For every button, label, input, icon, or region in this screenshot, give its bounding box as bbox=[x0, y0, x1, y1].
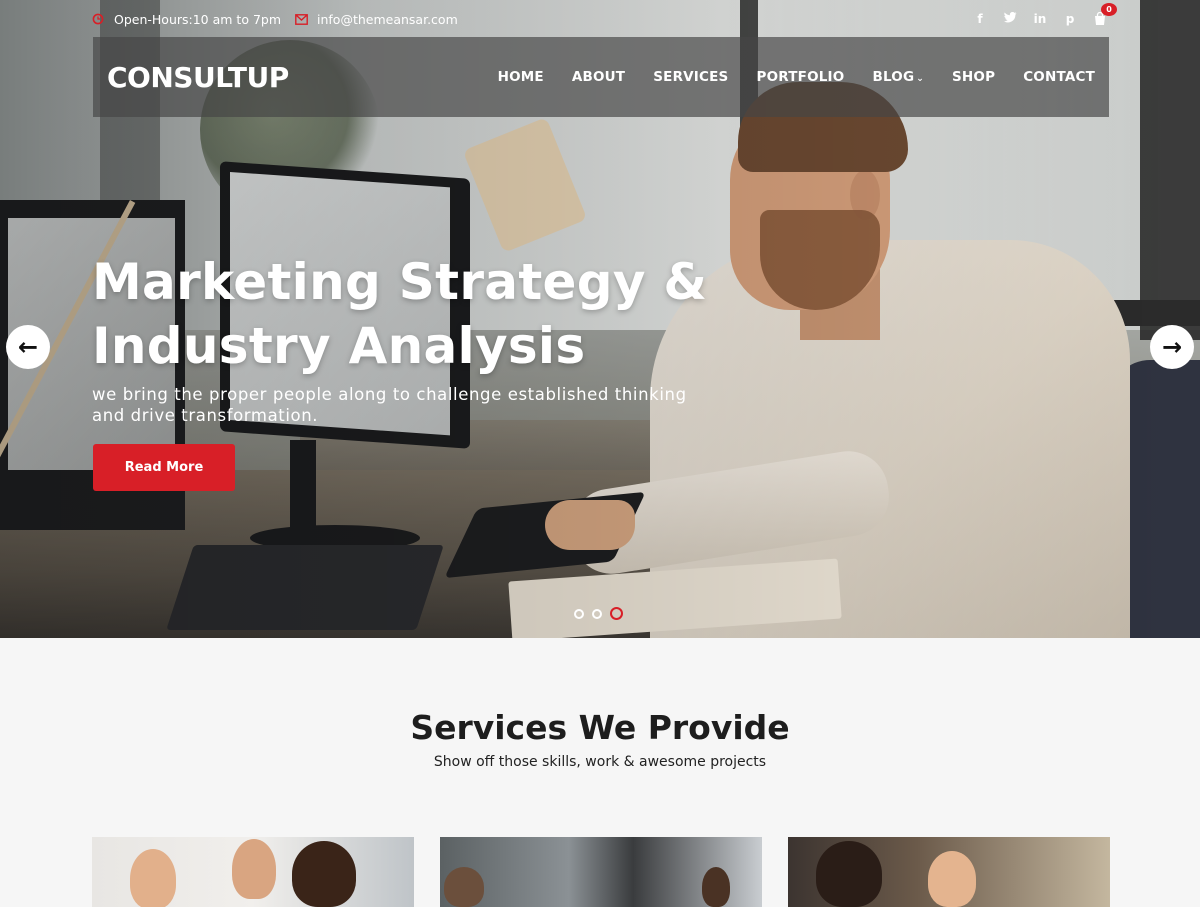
services-subtitle: Show off those skills, work & awesome pr… bbox=[433, 754, 767, 770]
facebook-icon[interactable]: f bbox=[972, 12, 988, 26]
nav-services[interactable]: SERVICES bbox=[653, 69, 728, 85]
main-menu: HOME ABOUT SERVICES PORTFOLIO BLOG ⌄ SHOP… bbox=[498, 69, 1095, 85]
slider-dot-2[interactable] bbox=[592, 608, 602, 619]
contact-email-text[interactable]: info@themeansar.com bbox=[317, 12, 458, 27]
slider-dot-1[interactable] bbox=[574, 608, 584, 619]
site-logo[interactable]: CONSULTUP bbox=[107, 61, 289, 94]
service-card-1[interactable] bbox=[92, 837, 414, 907]
hero-subtitle: we bring the proper people along to chal… bbox=[92, 384, 792, 426]
person-photo bbox=[444, 867, 484, 907]
nav-blog-label: BLOG bbox=[872, 69, 915, 85]
person-photo bbox=[702, 867, 730, 907]
slider-dot-3[interactable] bbox=[610, 607, 623, 620]
slider-next-button[interactable]: → bbox=[1150, 325, 1194, 369]
clock-icon bbox=[92, 13, 104, 25]
person-photo bbox=[292, 841, 356, 907]
nav-blog[interactable]: BLOG ⌄ bbox=[872, 69, 924, 85]
opening-hours-text: Open-Hours:10 am to 7pm bbox=[114, 11, 282, 27]
main-navbar: CONSULTUP HOME ABOUT SERVICES PORTFOLIO … bbox=[93, 37, 1109, 117]
hero-title: Marketing Strategy & Industry Analysis bbox=[92, 250, 792, 378]
chevron-down-icon: ⌄ bbox=[916, 74, 924, 84]
social-links: f in p 0 bbox=[972, 3, 1117, 26]
nav-portfolio[interactable]: PORTFOLIO bbox=[756, 69, 844, 85]
twitter-icon[interactable] bbox=[1002, 11, 1018, 26]
envelope-icon bbox=[295, 13, 308, 25]
hero-subtitle-line-2: and drive transformation. bbox=[92, 406, 319, 425]
pinterest-icon[interactable]: p bbox=[1062, 12, 1078, 26]
cart-icon[interactable]: 0 bbox=[1092, 3, 1117, 26]
service-card-2[interactable] bbox=[440, 837, 762, 907]
nav-shop[interactable]: SHOP bbox=[952, 69, 995, 85]
contact-email[interactable]: info@themeansar.com bbox=[295, 12, 458, 27]
nav-home[interactable]: HOME bbox=[498, 69, 544, 85]
person-photo bbox=[816, 841, 882, 907]
nav-about[interactable]: ABOUT bbox=[572, 69, 625, 85]
hero-title-line-1: Marketing Strategy & bbox=[92, 253, 708, 311]
person-photo bbox=[232, 839, 276, 899]
person-photo bbox=[928, 851, 976, 907]
cart-count-badge: 0 bbox=[1101, 3, 1117, 16]
service-card-3[interactable] bbox=[788, 837, 1110, 907]
services-section: Services We Provide Show off those skill… bbox=[0, 638, 1200, 907]
hero-slider: Open-Hours:10 am to 7pm info@themeansar.… bbox=[0, 0, 1200, 638]
services-title: Services We Provide bbox=[410, 708, 790, 747]
nav-contact[interactable]: CONTACT bbox=[1023, 69, 1095, 85]
hero-subtitle-line-1: we bring the proper people along to chal… bbox=[92, 385, 687, 404]
person-photo bbox=[130, 849, 176, 907]
linkedin-icon[interactable]: in bbox=[1032, 12, 1048, 26]
slider-pagination bbox=[574, 607, 623, 620]
arrow-left-icon: ← bbox=[17, 333, 39, 361]
slider-prev-button[interactable]: ← bbox=[6, 325, 50, 369]
opening-hours: Open-Hours:10 am to 7pm bbox=[92, 12, 281, 27]
read-more-button[interactable]: Read More bbox=[93, 444, 235, 491]
top-info-bar: Open-Hours:10 am to 7pm info@themeansar.… bbox=[92, 3, 1117, 30]
arrow-right-icon: → bbox=[1161, 333, 1183, 361]
hero-title-line-2: Industry Analysis bbox=[92, 317, 586, 375]
